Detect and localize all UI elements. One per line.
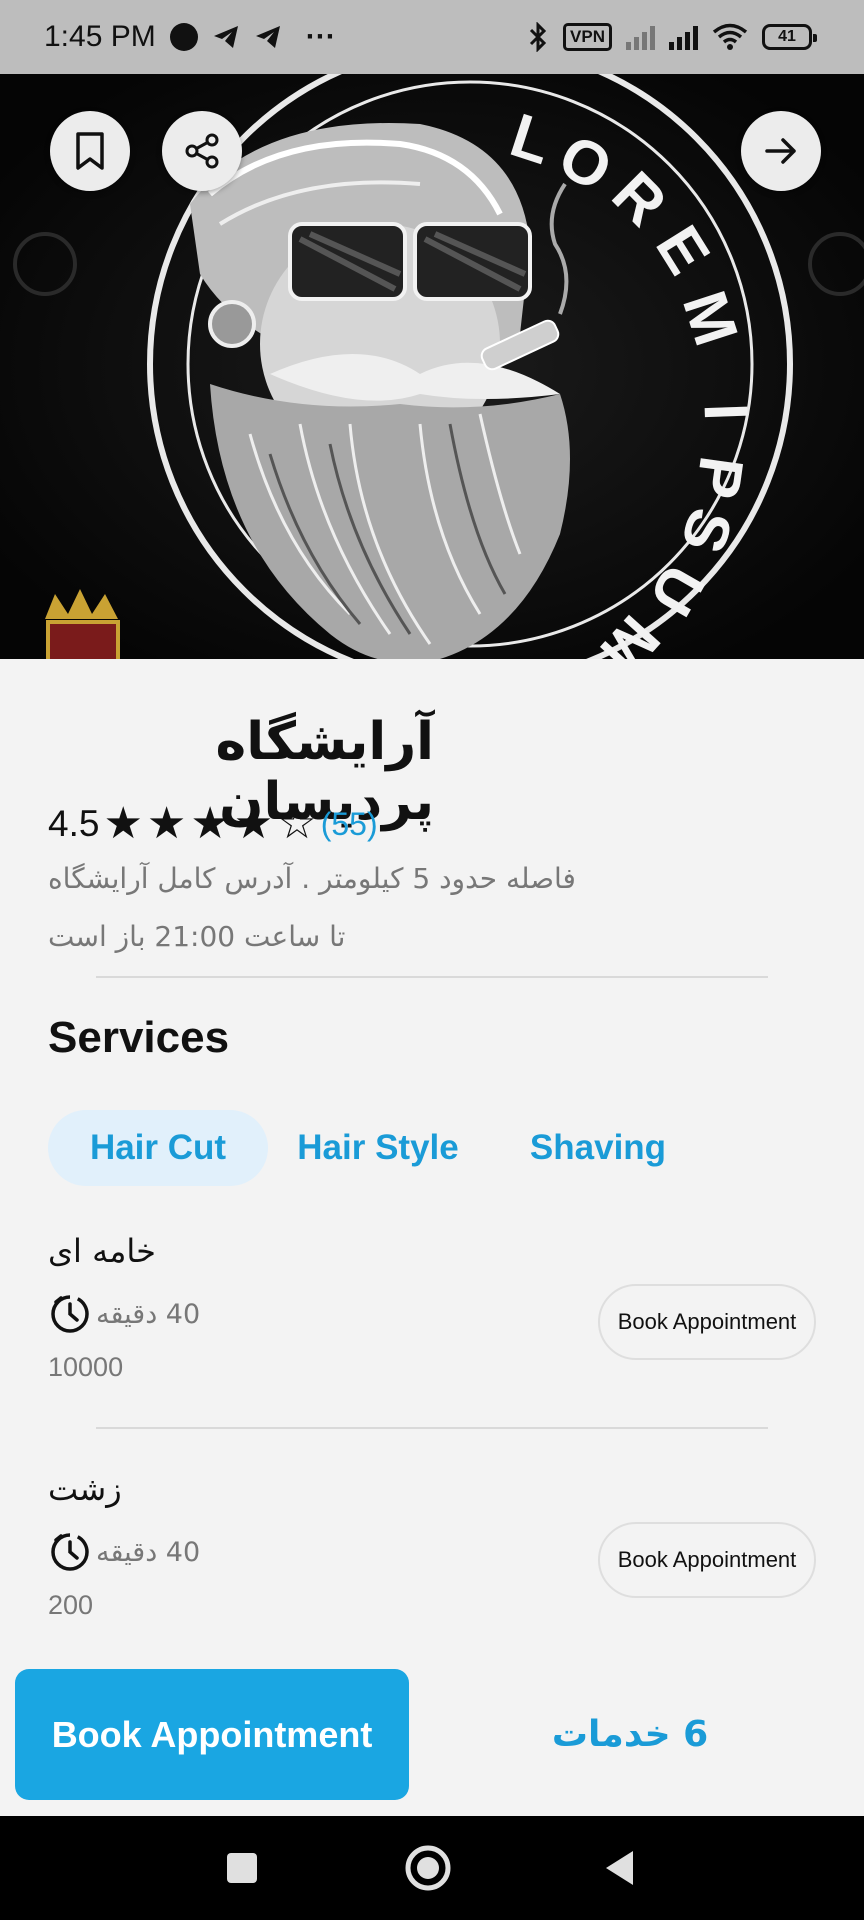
signal-icon-2 [669,24,698,50]
book-appointment-button[interactable]: Book Appointment [598,1522,816,1598]
tab-hair-style[interactable]: Hair Style [268,1110,488,1186]
rating-stars: ★ ★ ★ ★ ☆ [103,802,316,846]
status-right: VPN 41 [527,22,817,52]
service-tabs: Hair Cut Hair Style Shaving [48,1110,708,1186]
svg-text:I: I [690,402,760,422]
telegram-icon-2 [254,24,282,50]
home-circle-icon [405,1845,451,1891]
notification-dot-icon [169,23,198,51]
service-name: زشت [48,1470,122,1508]
star-filled-icon: ★ [146,799,187,848]
navigation-bar [0,1816,864,1920]
signal-icon [626,24,655,50]
vpn-icon: VPN [563,23,612,51]
back-button[interactable] [590,1816,650,1920]
more-notifications-icon: ··· [305,20,336,53]
share-icon [185,133,219,169]
square-icon [227,1853,257,1883]
home-button[interactable] [398,1816,458,1920]
service-duration-text: 40 دقیقه [96,1298,201,1330]
battery-icon: 41 [762,24,817,50]
service-item: زشت 40 دقیقه 200 Book Appointment [48,1470,816,1621]
bluetooth-icon [527,22,549,52]
back-triangle-icon [606,1851,633,1885]
forward-button[interactable] [741,111,821,191]
star-filled-icon: ★ [233,799,274,848]
barber-logo-image: L O R E M I P S U M [0,74,864,659]
star-empty-icon: ☆ [277,799,317,848]
telegram-icon [212,24,240,50]
distance-text: فاصله حدود 5 کیلومتر . آدرس کامل آرایشگا… [48,862,576,895]
service-item: خامه ای 40 دقیقه 10000 Book Appointment [48,1232,816,1383]
timer-icon [51,1533,89,1571]
recent-apps-button[interactable] [212,1816,272,1920]
bookmark-icon [76,132,104,170]
arrow-right-icon [765,138,796,164]
services-count-link[interactable]: 6 خدمات [450,1669,810,1800]
star-filled-icon: ★ [103,799,143,848]
wifi-icon [712,23,748,51]
hero-image: L O R E M I P S U M [0,74,864,659]
bookmark-button[interactable] [50,111,130,191]
main-book-appointment-button[interactable]: Book Appointment [15,1669,409,1800]
status-time: 1:45 PM [44,20,156,53]
tab-shaving[interactable]: Shaving [488,1110,708,1186]
rating-value: 4.5 [48,803,100,844]
divider [96,1427,768,1429]
service-name: خامه ای [48,1232,156,1270]
services-title: Services [48,1013,230,1062]
tab-hair-cut[interactable]: Hair Cut [48,1110,268,1186]
timer-icon [51,1295,89,1333]
service-duration-text: 40 دقیقه [96,1536,201,1568]
review-count-link[interactable]: (55) [321,806,378,843]
book-appointment-button[interactable]: Book Appointment [598,1284,816,1360]
star-filled-icon: ★ [190,799,230,848]
status-bar: 1:45 PM ··· VPN 41 [0,0,864,74]
opening-hours-text: تا ساعت 21:00 باز است [48,920,346,953]
share-button[interactable] [162,111,242,191]
status-left: 1:45 PM ··· [44,20,336,54]
rating-row: 4.5 ★ ★ ★ ★ ☆ (55) [48,798,378,850]
divider [96,976,768,978]
